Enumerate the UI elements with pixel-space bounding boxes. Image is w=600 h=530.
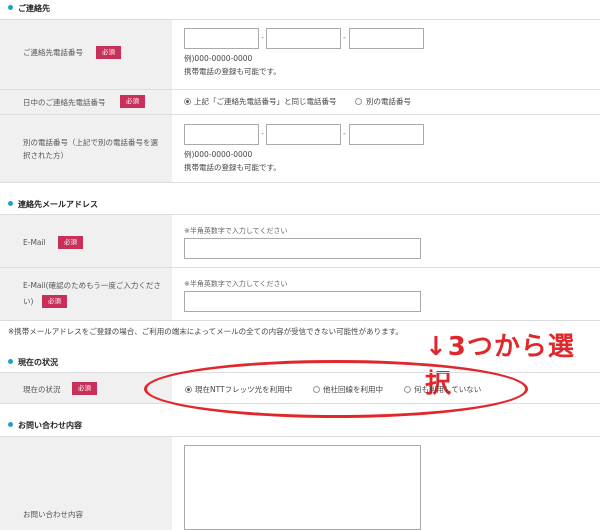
- other-phone-part3-input[interactable]: [349, 124, 424, 145]
- section-title-email: 連絡先メールアドレス: [8, 199, 98, 210]
- section-title-text: 連絡先メールアドレス: [18, 200, 98, 209]
- carrier-note: ※携帯メールアドレスをご登録の場合、ご利用の端末によってメールの全ての内容が受信…: [8, 327, 403, 336]
- inquiry-textarea[interactable]: [184, 445, 421, 530]
- bullet-icon: [8, 5, 13, 10]
- contact-phone-label: ご連絡先電話番号: [23, 48, 83, 57]
- required-badge: 必須: [96, 46, 121, 59]
- daytime-option-same[interactable]: 上記「ご連絡先電話番号」と同じ電話番号: [194, 96, 337, 107]
- current-status-label: 現在の状況: [23, 385, 61, 394]
- phone-separator: -: [261, 33, 264, 42]
- bullet-icon: [8, 201, 13, 206]
- section-title-contact: ご連絡先: [8, 3, 50, 14]
- section-title-text: お問い合わせ内容: [18, 421, 82, 430]
- email-confirm-label-line2: い): [23, 297, 34, 306]
- phone-separator: -: [343, 129, 346, 138]
- contact-phone-part2-input[interactable]: [266, 28, 341, 49]
- other-phone-part2-input[interactable]: [266, 124, 341, 145]
- other-phone-label-line1: 別の電話番号（上記で別の電話番号を選: [23, 138, 158, 147]
- phone-example: 例)000-0000-0000: [184, 150, 253, 159]
- daytime-same-radio[interactable]: [184, 98, 191, 105]
- contact-phone-part3-input[interactable]: [349, 28, 424, 49]
- annotation-ellipse: [144, 360, 528, 418]
- daytime-option-other[interactable]: 別の電話番号: [366, 96, 411, 107]
- divider: [0, 182, 600, 183]
- inquiry-label: お問い合わせ内容: [23, 510, 83, 519]
- other-phone-part1-input[interactable]: [184, 124, 259, 145]
- required-badge: 必須: [72, 382, 97, 395]
- daytime-phone-label: 日中のご連絡先電話番号: [23, 98, 106, 107]
- required-badge: 必須: [58, 236, 83, 249]
- mobile-note: 携帯電話の登録も可能です。: [184, 67, 281, 76]
- email-confirm-label-line1: E-Mail(確認のためもう一度ご入力くださ: [23, 281, 161, 290]
- required-badge: 必須: [120, 95, 145, 108]
- phone-example: 例)000-0000-0000: [184, 54, 253, 63]
- section-title-status: 現在の状況: [8, 357, 58, 368]
- contact-phone-part1-input[interactable]: [184, 28, 259, 49]
- phone-separator: -: [261, 129, 264, 138]
- divider: [0, 320, 600, 321]
- phone-separator: -: [343, 33, 346, 42]
- email-input[interactable]: [184, 238, 421, 259]
- other-phone-label-line2: 択された方）: [23, 151, 68, 160]
- daytime-other-radio[interactable]: [355, 98, 362, 105]
- section-title-text: 現在の状況: [18, 358, 58, 367]
- bullet-icon: [8, 359, 13, 364]
- email-hint: ※半角英数字で入力してください: [184, 227, 288, 235]
- email-confirm-hint: ※半角英数字で入力してください: [184, 280, 288, 288]
- required-badge: 必須: [42, 295, 67, 308]
- email-label: E-Mail: [23, 238, 46, 247]
- mobile-note: 携帯電話の登録も可能です。: [184, 163, 281, 172]
- section-title-inquiry: お問い合わせ内容: [8, 420, 82, 431]
- bullet-icon: [8, 422, 13, 427]
- label-cell: [0, 268, 172, 320]
- email-confirm-input[interactable]: [184, 291, 421, 312]
- section-title-text: ご連絡先: [18, 4, 50, 13]
